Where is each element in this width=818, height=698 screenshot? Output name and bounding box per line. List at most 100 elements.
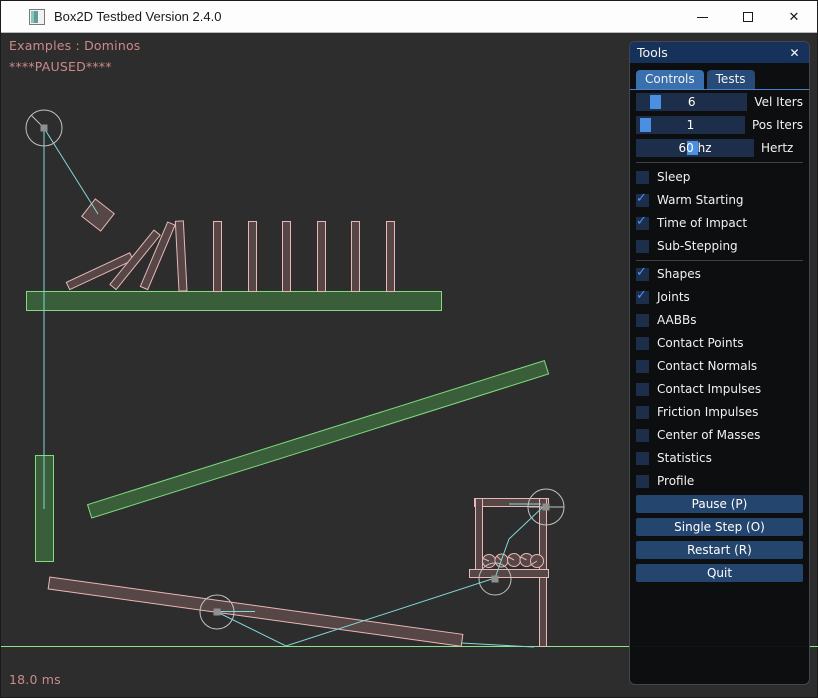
checkbox[interactable]: ✓ (636, 171, 649, 184)
pos-iters-slider[interactable]: 1 (636, 116, 745, 134)
origin-markers (41, 125, 550, 616)
hertz-slider-row: 60 hz Hertz (636, 139, 803, 157)
upright-domino (214, 222, 222, 292)
checkbox[interactable]: ✓ (636, 194, 649, 207)
checkbox[interactable]: ✓ (636, 337, 649, 350)
fallen-domino (140, 222, 175, 290)
checkbox-row-contact-points[interactable]: ✓ Contact Points (636, 334, 803, 352)
checkbox-row-shapes[interactable]: ✓ Shapes (636, 265, 803, 283)
minimize-button[interactable] (679, 1, 725, 33)
checkbox-row-joints[interactable]: ✓ Joints (636, 288, 803, 306)
checkbox-row-profile[interactable]: ✓ Profile (636, 472, 803, 490)
pendulum-box (82, 199, 114, 231)
slider-value: 60 hz (636, 139, 754, 157)
checkmark-icon: ✓ (636, 191, 647, 206)
checkbox[interactable]: ✓ (636, 314, 649, 327)
slider-label: Pos Iters (752, 116, 803, 134)
tab-controls[interactable]: Controls (636, 70, 704, 89)
frame-time-label: 18.0 ms (9, 672, 61, 687)
slider-value: 1 (636, 116, 745, 134)
checkbox-label: Joints (657, 288, 690, 306)
checkbox-row-aabbs[interactable]: ✓ AABBs (636, 311, 803, 329)
pos-iters-slider-row: 1 Pos Iters (636, 116, 803, 134)
upright-domino (318, 222, 326, 292)
slanted-ramp (88, 361, 549, 518)
checkmark-icon: ✓ (636, 288, 647, 303)
checkbox-row-statistics[interactable]: ✓ Statistics (636, 449, 803, 467)
checkbox-label: Profile (657, 472, 694, 490)
tools-tabbar: Controls Tests (630, 70, 809, 90)
checkbox[interactable]: ✓ (636, 429, 649, 442)
tab-tests[interactable]: Tests (707, 70, 755, 89)
checkbox[interactable]: ✓ (636, 452, 649, 465)
tools-panel: Tools ✕ Controls Tests 6 Vel Iters 1 Pos… (629, 41, 810, 685)
maximize-icon (743, 12, 753, 22)
checkbox-label: Friction Impulses (657, 403, 758, 421)
slider-label: Vel Iters (754, 93, 803, 111)
checkbox[interactable]: ✓ (636, 406, 649, 419)
minimize-icon (697, 17, 708, 18)
checkbox[interactable]: ✓ (636, 360, 649, 373)
upright-domino (175, 221, 187, 291)
checkbox-label: AABBs (657, 311, 696, 329)
example-label: Examples : Dominos (9, 38, 141, 53)
vel-iters-slider[interactable]: 6 (636, 93, 747, 111)
upright-domino (283, 222, 291, 292)
button-stack: Pause (P) Single Step (O) Restart (R) Qu… (636, 495, 803, 582)
tools-panel-titlebar[interactable]: Tools ✕ (630, 42, 809, 63)
checkbox-row-contact-normals[interactable]: ✓ Contact Normals (636, 357, 803, 375)
tools-panel-content: 6 Vel Iters 1 Pos Iters 60 hz Hertz ✓ Sl… (630, 90, 809, 582)
paused-label: ****PAUSED**** (9, 59, 112, 74)
single-step-button[interactable]: Single Step (O) (636, 518, 803, 536)
checkbox-row-contact-impulses[interactable]: ✓ Contact Impulses (636, 380, 803, 398)
checkbox-label: Contact Points (657, 334, 744, 352)
hertz-slider[interactable]: 60 hz (636, 139, 754, 157)
upright-domino (387, 222, 395, 292)
checkmark-icon: ✓ (636, 265, 647, 280)
checkbox[interactable]: ✓ (636, 383, 649, 396)
checkbox-row-time-of-impact[interactable]: ✓ Time of Impact (636, 214, 803, 232)
checkmark-icon: ✓ (636, 214, 647, 229)
separator (636, 162, 803, 163)
checkbox-row-friction-impulses[interactable]: ✓ Friction Impulses (636, 403, 803, 421)
checkbox[interactable]: ✓ (636, 475, 649, 488)
body-origin-marker (41, 125, 48, 132)
checkbox-label: Time of Impact (657, 214, 747, 232)
checkbox[interactable]: ✓ (636, 240, 649, 253)
pause-button[interactable]: Pause (P) (636, 495, 803, 513)
checkbox[interactable]: ✓ (636, 291, 649, 304)
checkbox-label: Shapes (657, 265, 701, 283)
upright-domino (249, 222, 257, 292)
body-origin-marker (214, 609, 221, 616)
checkbox-row-warm-starting[interactable]: ✓ Warm Starting (636, 191, 803, 209)
static-bodies (27, 292, 549, 562)
checkbox-row-center-of-masses[interactable]: ✓ Center of Masses (636, 426, 803, 444)
app-icon (29, 9, 45, 25)
tools-close-button[interactable]: ✕ (787, 45, 802, 60)
joint-line (44, 128, 98, 214)
checkbox-label: Statistics (657, 449, 712, 467)
slider-label: Hertz (761, 139, 793, 157)
body-origin-marker (492, 576, 499, 583)
seesaw-plank (48, 577, 463, 646)
checkbox[interactable]: ✓ (636, 217, 649, 230)
checkbox-label: Contact Impulses (657, 380, 761, 398)
checkbox[interactable]: ✓ (636, 268, 649, 281)
slider-value: 6 (636, 93, 747, 111)
checkbox-row-sleep[interactable]: ✓ Sleep (636, 168, 803, 186)
window-titlebar[interactable]: Box2D Testbed Version 2.4.0 ✕ (1, 1, 817, 33)
maximize-button[interactable] (725, 1, 771, 33)
pulley-frame-left-post (476, 499, 483, 578)
checkbox-label: Contact Normals (657, 357, 757, 375)
restart-button[interactable]: Restart (R) (636, 541, 803, 559)
checkbox-row-sub-stepping[interactable]: ✓ Sub-Stepping (636, 237, 803, 255)
anchor-circles (26, 110, 564, 629)
window-title: Box2D Testbed Version 2.4.0 (54, 9, 221, 24)
vel-iters-slider-row: 6 Vel Iters (636, 93, 803, 111)
tools-panel-title: Tools (637, 45, 787, 60)
domino-platform (27, 292, 442, 311)
close-button[interactable]: ✕ (771, 1, 817, 33)
dynamic-bodies (48, 199, 548, 647)
separator (636, 260, 803, 261)
quit-button[interactable]: Quit (636, 564, 803, 582)
